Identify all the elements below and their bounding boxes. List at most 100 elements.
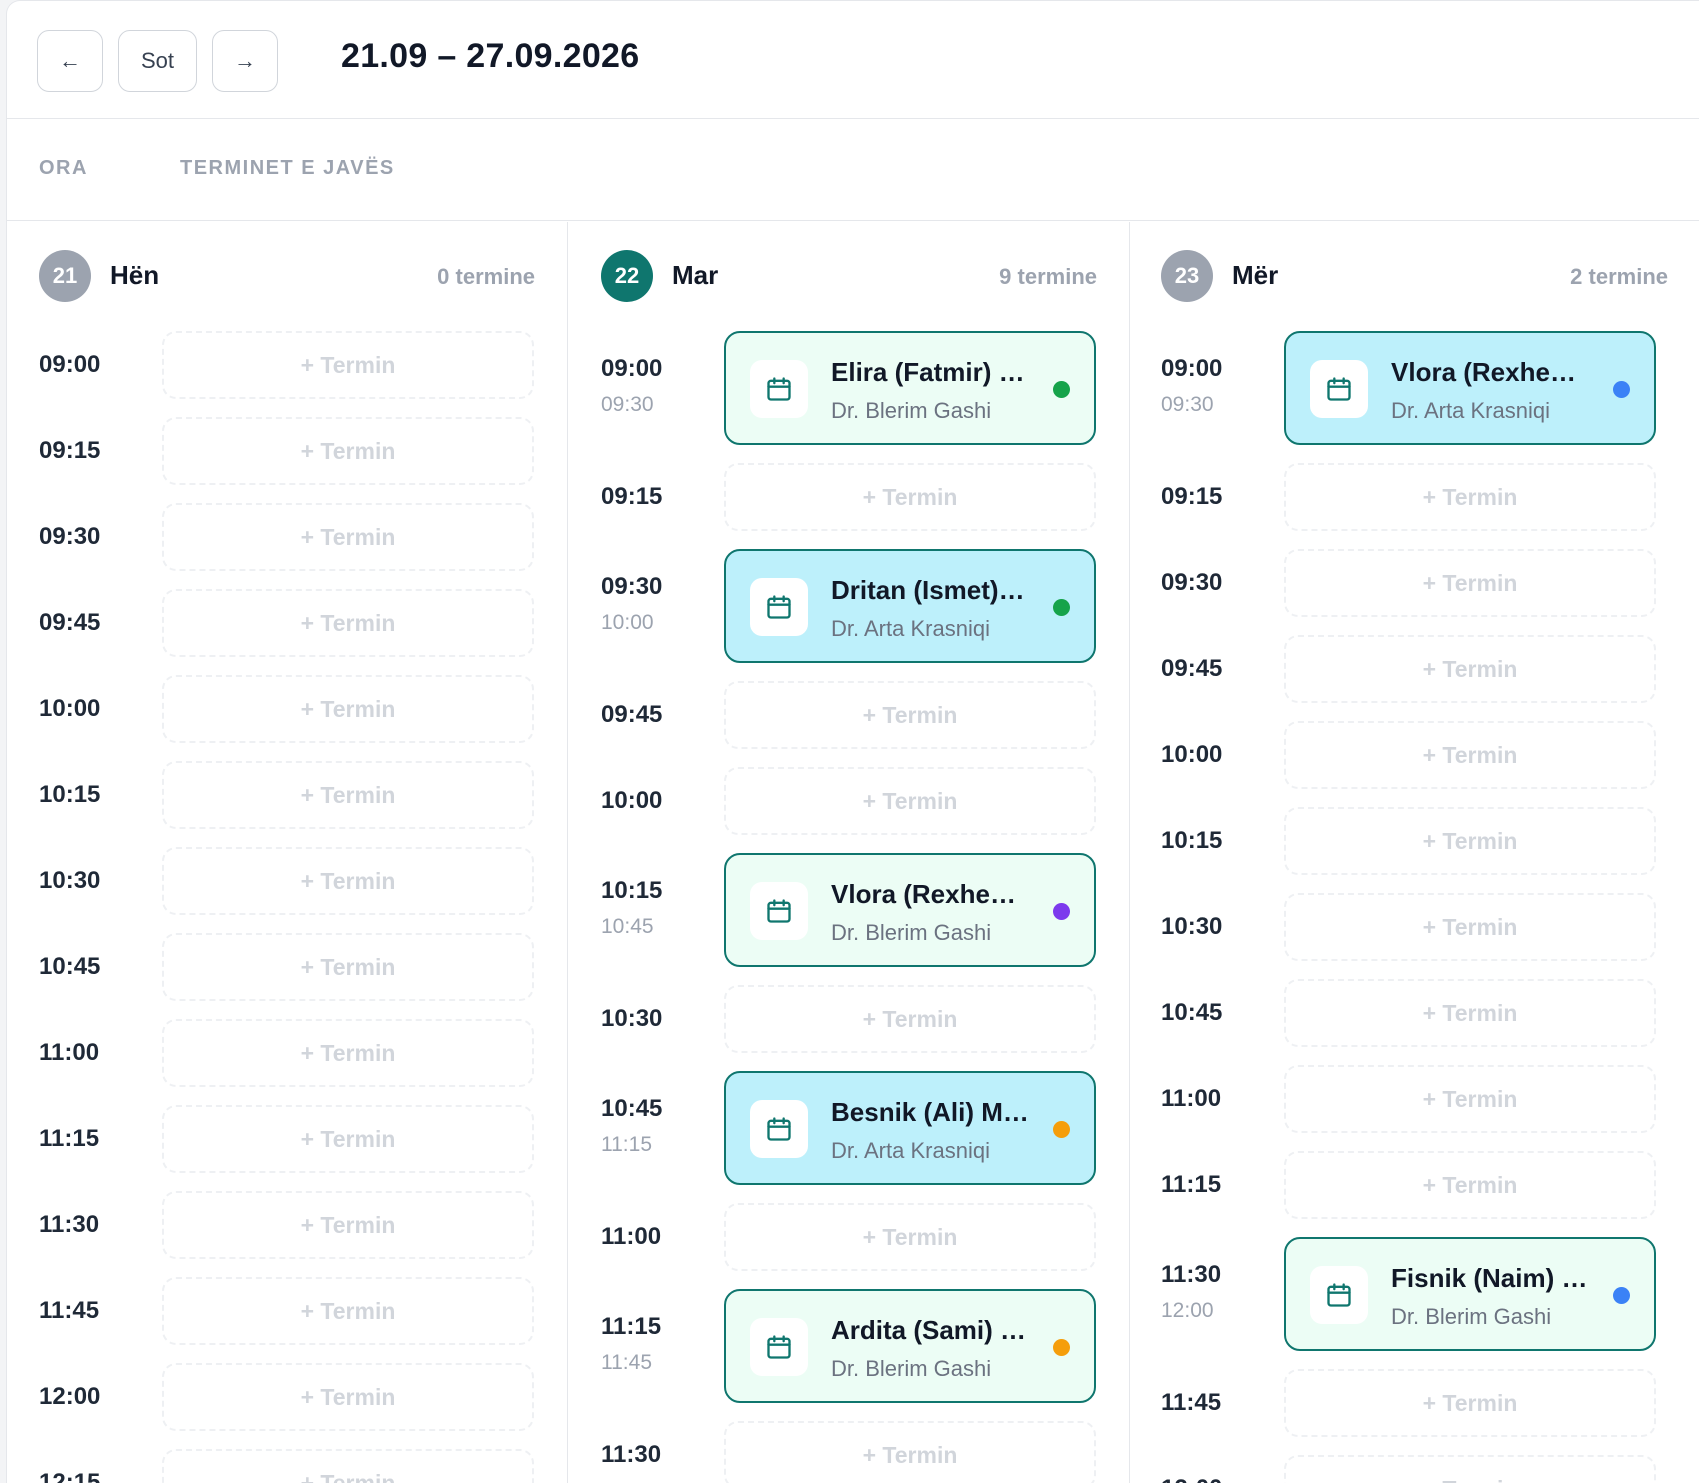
add-appointment-slot[interactable]: + Termin xyxy=(1284,1151,1656,1219)
slot-start-time: 10:15 xyxy=(39,781,101,808)
appointment-card[interactable]: Vlora (Rexhep) Shala Dr. Arta Krasniqi xyxy=(1284,331,1656,445)
status-dot xyxy=(1053,903,1070,920)
slot-time: 11:00 xyxy=(39,1039,99,1067)
slot-end-time: 11:15 xyxy=(601,1133,652,1156)
doctor-name: Dr. Blerim Gashi xyxy=(831,920,992,945)
slot-time: 10:30 xyxy=(39,867,100,895)
next-week-button[interactable]: → xyxy=(212,30,278,92)
slot-start-time: 11:00 xyxy=(601,1223,662,1250)
slot-time: 09:15 xyxy=(1161,483,1222,511)
previous-week-button[interactable]: ← xyxy=(37,30,103,92)
slot-time: 10:30 xyxy=(1161,913,1222,941)
day-column: 22 Mar 9 termine 09:00 09:30 Elira (Fatmir) B… xyxy=(569,222,1130,1483)
add-appointment-slot[interactable]: + Termin xyxy=(724,985,1096,1053)
slot-start-time: 09:15 xyxy=(601,483,663,510)
status-dot xyxy=(1053,1339,1070,1356)
add-appointment-slot[interactable]: + Termin xyxy=(162,1105,534,1173)
add-appointment-slot[interactable]: + Termin xyxy=(1284,893,1656,961)
appointment-card[interactable]: Dritan (Ismet) Hoxha Dr. Arta Krasniqi xyxy=(724,549,1096,663)
slot-start-time: 09:45 xyxy=(1161,655,1223,682)
add-appointment-slot[interactable]: + Termin xyxy=(724,1203,1096,1271)
status-dot xyxy=(1613,1287,1630,1304)
add-appointment-slot[interactable]: + Termin xyxy=(162,589,534,657)
slot-time: 10:30 xyxy=(601,1005,662,1033)
slot-start-time: 09:30 xyxy=(39,523,101,550)
add-appointment-slot[interactable]: + Termin xyxy=(162,1449,534,1483)
add-appointment-slot[interactable]: + Termin xyxy=(1284,549,1656,617)
week-column-header: TERMINET E JAVËS xyxy=(180,157,395,179)
add-appointment-slot[interactable]: + Termin xyxy=(162,331,534,399)
slot-time: 09:30 xyxy=(39,523,100,551)
slot-start-time: 11:30 xyxy=(39,1211,100,1238)
add-appointment-slot[interactable]: + Termin xyxy=(724,463,1096,531)
patient-name: Elira (Fatmir) Berisha xyxy=(831,357,1031,387)
slot-start-time: 09:00 xyxy=(39,351,101,378)
week-range-title: 21.09 – 27.09.2026 xyxy=(341,37,640,75)
add-appointment-slot[interactable]: + Termin xyxy=(162,503,534,571)
add-appointment-slot[interactable]: + Termin xyxy=(1284,1369,1656,1437)
appointment-card[interactable]: Elira (Fatmir) Berisha Dr. Blerim Gashi xyxy=(724,331,1096,445)
slot-time: 10:00 xyxy=(39,695,100,723)
add-appointment-slot[interactable]: + Termin xyxy=(162,675,534,743)
doctor-name: Dr. Arta Krasniqi xyxy=(1391,398,1550,423)
slot-time: 11:30 xyxy=(39,1211,99,1239)
calendar-toolbar: ← Sot → 21.09 – 27.09.2026 xyxy=(7,1,1699,119)
slot-time: 12:00 xyxy=(1161,1475,1222,1483)
add-appointment-slot[interactable]: + Termin xyxy=(724,1421,1096,1483)
add-appointment-slot[interactable]: + Termin xyxy=(1284,1455,1656,1483)
slot-time: 11:30 12:00 xyxy=(1161,1261,1221,1323)
add-appointment-slot[interactable]: + Termin xyxy=(1284,721,1656,789)
slot-time: 09:00 09:30 xyxy=(1161,355,1222,417)
calendar-week-view: ← Sot → 21.09 – 27.09.2026 ORA TERMINET … xyxy=(6,0,1699,1483)
appointment-card[interactable]: Vlora (Rexhep) Shala Dr. Blerim Gashi xyxy=(724,853,1096,967)
slot-time: 10:00 xyxy=(1161,741,1222,769)
add-appointment-slot[interactable]: + Termin xyxy=(162,933,534,1001)
slot-start-time: 10:30 xyxy=(39,867,101,894)
slot-time: 10:45 11:15 xyxy=(601,1095,662,1157)
calendar-icon xyxy=(750,1318,808,1376)
add-appointment-slot[interactable]: + Termin xyxy=(1284,463,1656,531)
add-appointment-slot[interactable]: + Termin xyxy=(1284,1065,1656,1133)
slot-time: 09:00 09:30 xyxy=(601,355,662,417)
appointment-card[interactable]: Besnik (Ali) Morina Dr. Arta Krasniqi xyxy=(724,1071,1096,1185)
slot-start-time: 10:15 xyxy=(601,877,663,904)
slot-start-time: 11:30 xyxy=(601,1441,662,1468)
slot-start-time: 09:00 xyxy=(601,355,663,382)
add-appointment-slot[interactable]: + Termin xyxy=(724,681,1096,749)
today-button[interactable]: Sot xyxy=(118,30,197,92)
patient-name: Vlora (Rexhep) Shala xyxy=(1391,357,1591,387)
add-appointment-slot[interactable]: + Termin xyxy=(1284,635,1656,703)
add-appointment-slot[interactable]: + Termin xyxy=(724,767,1096,835)
appointment-card[interactable]: Ardita (Sami) Kelmendi Dr. Blerim Gashi xyxy=(724,1289,1096,1403)
patient-name: Vlora (Rexhep) Shala xyxy=(831,879,1031,909)
slot-end-time: 09:30 xyxy=(601,393,654,416)
status-dot xyxy=(1053,599,1070,616)
add-appointment-slot[interactable]: + Termin xyxy=(1284,807,1656,875)
add-appointment-slot[interactable]: + Termin xyxy=(162,1191,534,1259)
add-appointment-slot[interactable]: + Termin xyxy=(162,1277,534,1345)
calendar-icon xyxy=(750,882,808,940)
doctor-name: Dr. Blerim Gashi xyxy=(831,1356,992,1381)
add-appointment-slot[interactable]: + Termin xyxy=(162,847,534,915)
slot-start-time: 10:15 xyxy=(1161,827,1223,854)
slot-time: 12:00 xyxy=(39,1383,100,1411)
add-appointment-slot[interactable]: + Termin xyxy=(1284,979,1656,1047)
calendar-icon xyxy=(750,1100,808,1158)
slot-time: 11:30 xyxy=(601,1441,661,1469)
appointment-card[interactable]: Fisnik (Naim) Bytyqi Dr. Blerim Gashi xyxy=(1284,1237,1656,1351)
patient-name: Dritan (Ismet) Hoxha xyxy=(831,575,1031,605)
calendar-icon xyxy=(750,360,808,418)
add-appointment-slot[interactable]: + Termin xyxy=(162,417,534,485)
slot-start-time: 09:30 xyxy=(1161,569,1223,596)
slot-end-time: 11:45 xyxy=(601,1351,652,1374)
doctor-name: Dr. Arta Krasniqi xyxy=(831,616,990,641)
day-name: Mër xyxy=(1232,260,1279,290)
add-appointment-slot[interactable]: + Termin xyxy=(162,761,534,829)
doctor-name: Dr. Blerim Gashi xyxy=(831,398,992,423)
slot-time: 10:45 xyxy=(39,953,100,981)
slot-start-time: 11:45 xyxy=(39,1297,100,1324)
patient-name: Ardita (Sami) Kelmendi xyxy=(831,1315,1031,1345)
add-appointment-slot[interactable]: + Termin xyxy=(162,1019,534,1087)
add-appointment-slot[interactable]: + Termin xyxy=(162,1363,534,1431)
slot-start-time: 11:30 xyxy=(1161,1261,1222,1288)
